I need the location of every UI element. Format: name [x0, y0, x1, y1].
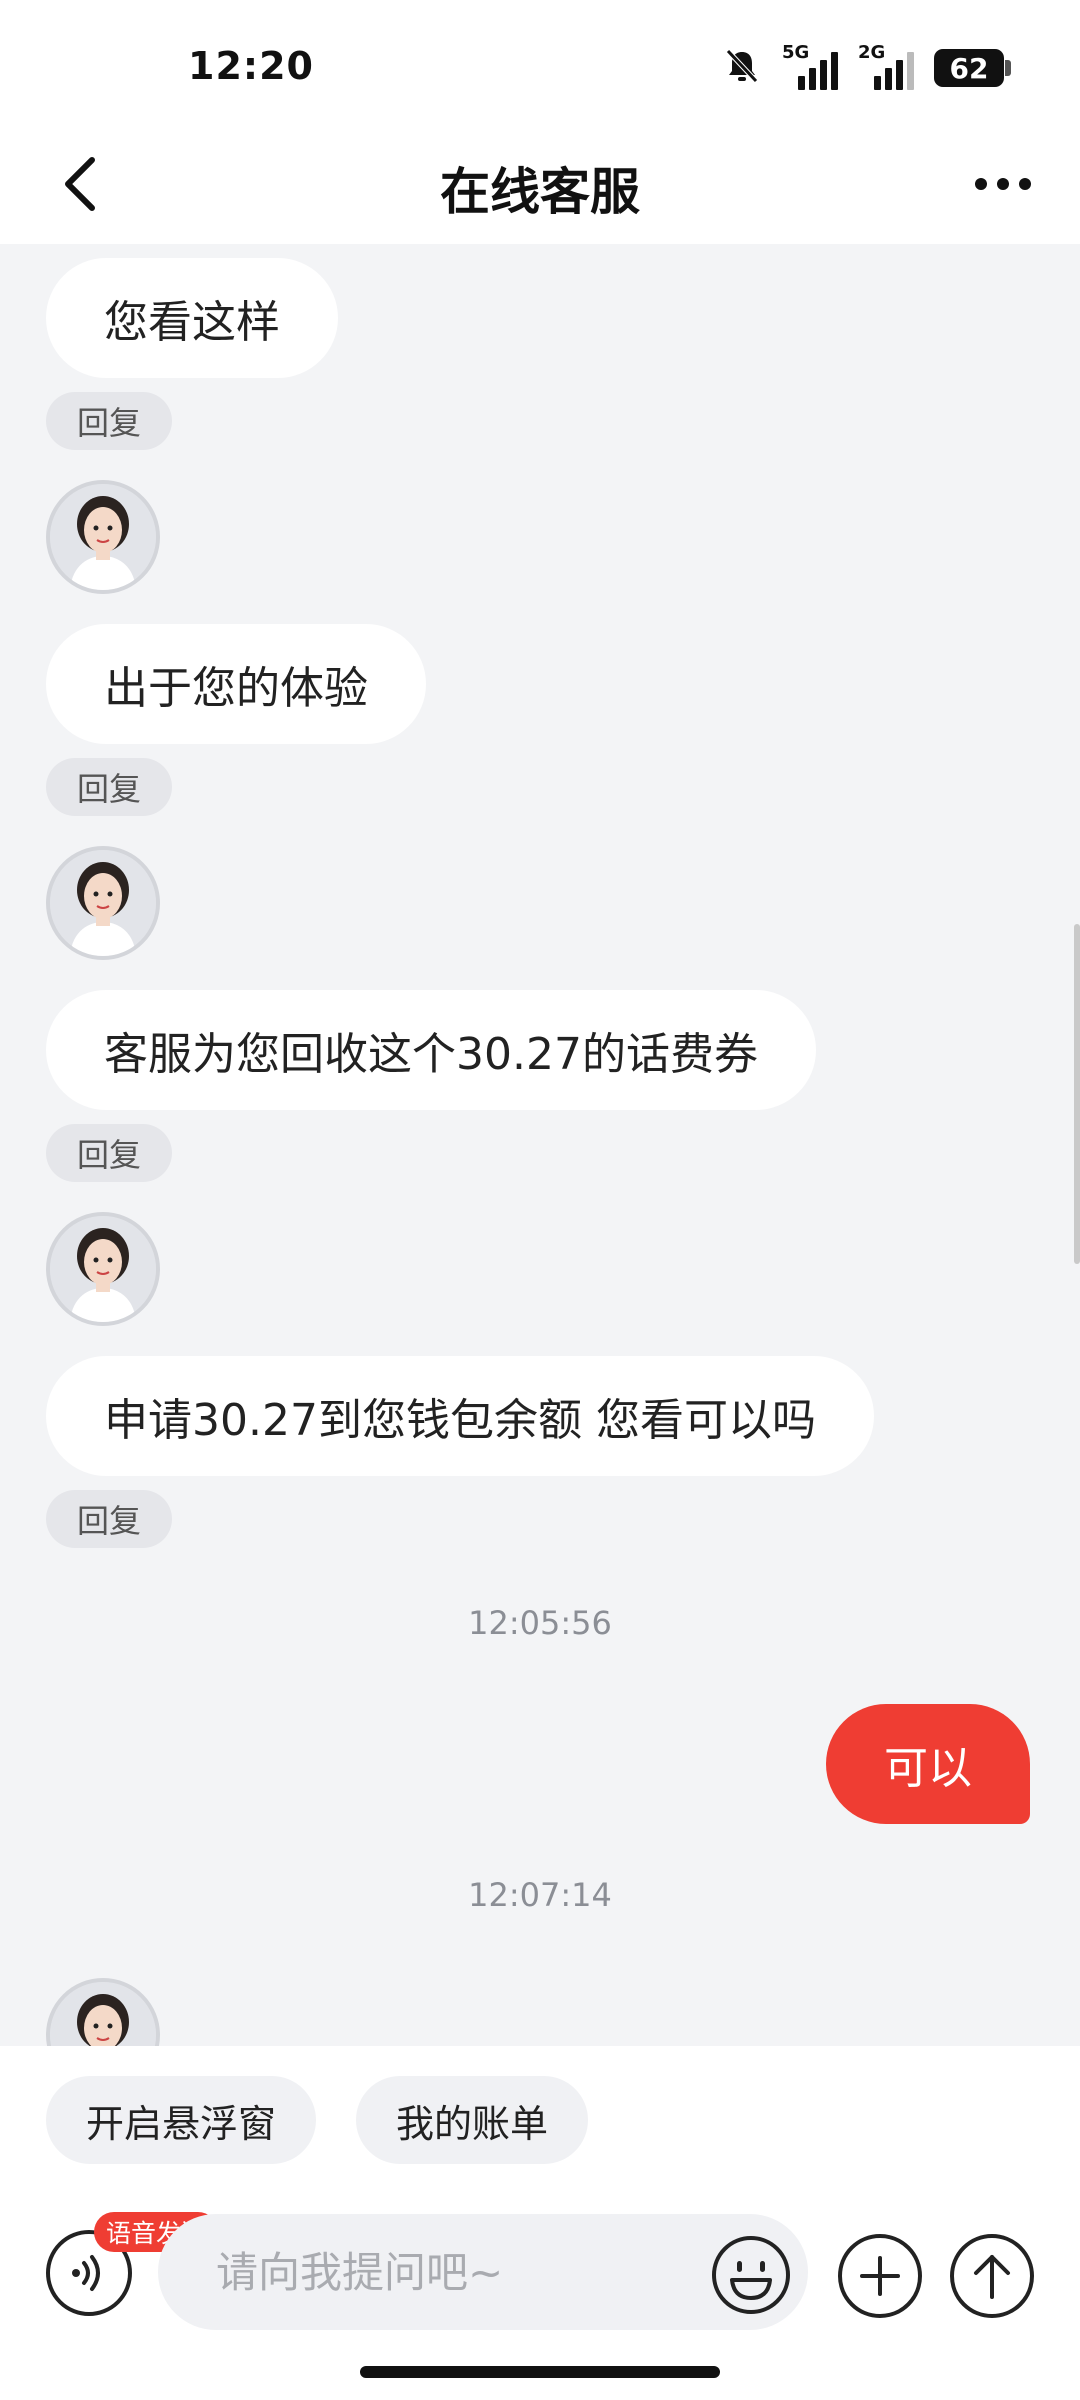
signal-2g-icon: 2G — [858, 42, 914, 90]
nav-bar: 在线客服 — [0, 128, 1080, 244]
status-time: 12:20 — [188, 44, 314, 88]
agent-message: 客服为您回收这个30.27的话费券 — [46, 990, 816, 1110]
message-timestamp: 12:05:56 — [468, 1604, 612, 1642]
agent-message: 您看这样 — [46, 258, 338, 378]
more-dots-icon — [975, 178, 987, 190]
smile-icon — [712, 2236, 790, 2314]
home-indicator[interactable] — [360, 2366, 720, 2378]
page-title: 在线客服 — [440, 163, 640, 221]
battery-indicator: 62 — [934, 49, 1011, 87]
status-icons: 5G 2G 62 — [722, 42, 1011, 92]
reply-button[interactable]: 回复 — [46, 1490, 172, 1548]
quick-action-floating-window[interactable]: 开启悬浮窗 — [46, 2076, 317, 2164]
add-button[interactable] — [838, 2234, 922, 2318]
user-message: 可以 — [826, 1704, 1030, 1824]
status-bar: 12:20 5G 2G 62 — [0, 0, 1080, 128]
agent-avatar — [46, 1212, 160, 1326]
emoji-button[interactable] — [710, 2234, 792, 2316]
agent-avatar — [46, 846, 160, 960]
reply-button[interactable]: 回复 — [46, 758, 172, 816]
send-button[interactable] — [950, 2234, 1034, 2318]
voice-wave-icon — [72, 2255, 100, 2291]
agent-avatar — [46, 480, 160, 594]
bell-off-icon — [722, 46, 762, 90]
message-input[interactable] — [216, 2214, 696, 2330]
message-timestamp: 12:07:14 — [468, 1876, 612, 1914]
agent-avatar — [46, 1978, 160, 2046]
arrow-up-icon — [974, 2255, 1010, 2299]
more-button[interactable] — [958, 144, 1048, 224]
chat-list[interactable]: 您看这样 回复 出于您的体验 回复 客服为您回收这个30.27的话费券 回复 申… — [0, 244, 1080, 2046]
reply-button[interactable]: 回复 — [46, 1124, 172, 1182]
plus-icon — [860, 2256, 900, 2296]
composer-panel: 开启悬浮窗 我的账单 语音发送 — [0, 2046, 1080, 2400]
agent-message: 出于您的体验 — [46, 624, 426, 744]
reply-button[interactable]: 回复 — [46, 392, 172, 450]
signal-5g-icon: 5G — [782, 42, 838, 90]
scrollbar[interactable] — [1074, 924, 1080, 1264]
quick-action-my-bill[interactable]: 我的账单 — [356, 2076, 589, 2164]
agent-message: 申请30.27到您钱包余额 您看可以吗 — [46, 1356, 874, 1476]
